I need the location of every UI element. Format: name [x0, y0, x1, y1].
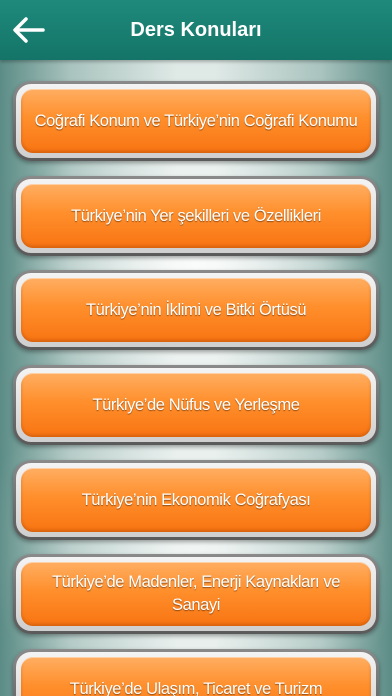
topic-item-yer-sekilleri[interactable]: Türkiye’nin Yer şekilleri ve Özellikleri	[13, 176, 379, 256]
app-bar: Ders Konuları	[0, 0, 392, 60]
topic-label: Coğrafi Konum ve Türkiye’nin Coğrafi Kon…	[34, 111, 358, 130]
topic-item-madenler[interactable]: Türkiye’de Madenler, Enerji Kaynakları v…	[13, 554, 379, 634]
topic-label: Türkiye’nin Ekonomik Coğrafyası	[81, 490, 311, 509]
topic-list: Coğrafi Konum ve Türkiye’nin Coğrafi Kon…	[0, 60, 392, 696]
topic-item-ekonomik[interactable]: Türkiye’nin Ekonomik Coğrafyası	[13, 460, 379, 540]
topic-item-cografi-konum[interactable]: Coğrafi Konum ve Türkiye’nin Coğrafi Kon…	[13, 81, 379, 161]
topic-item-iklim[interactable]: Türkiye’nin İklimi ve Bitki Örtüsü	[13, 270, 379, 350]
topic-item-ulasim[interactable]: Türkiye’de Ulaşım, Ticaret ve Turizm	[13, 649, 379, 696]
topic-label: Türkiye’de Ulaşım, Ticaret ve Turizm	[69, 679, 323, 696]
topic-label: Türkiye’de Nüfus ve Yerleşme	[92, 395, 300, 414]
topic-label: Türkiye’nin Yer şekilleri ve Özellikleri	[71, 206, 321, 225]
topic-label: Türkiye’nin İklimi ve Bitki Örtüsü	[85, 300, 307, 319]
topic-item-nufus[interactable]: Türkiye’de Nüfus ve Yerleşme	[13, 365, 379, 445]
topic-label: Türkiye’de Madenler, Enerji Kaynakları v…	[51, 573, 341, 614]
page-title: Ders Konuları	[130, 19, 262, 41]
